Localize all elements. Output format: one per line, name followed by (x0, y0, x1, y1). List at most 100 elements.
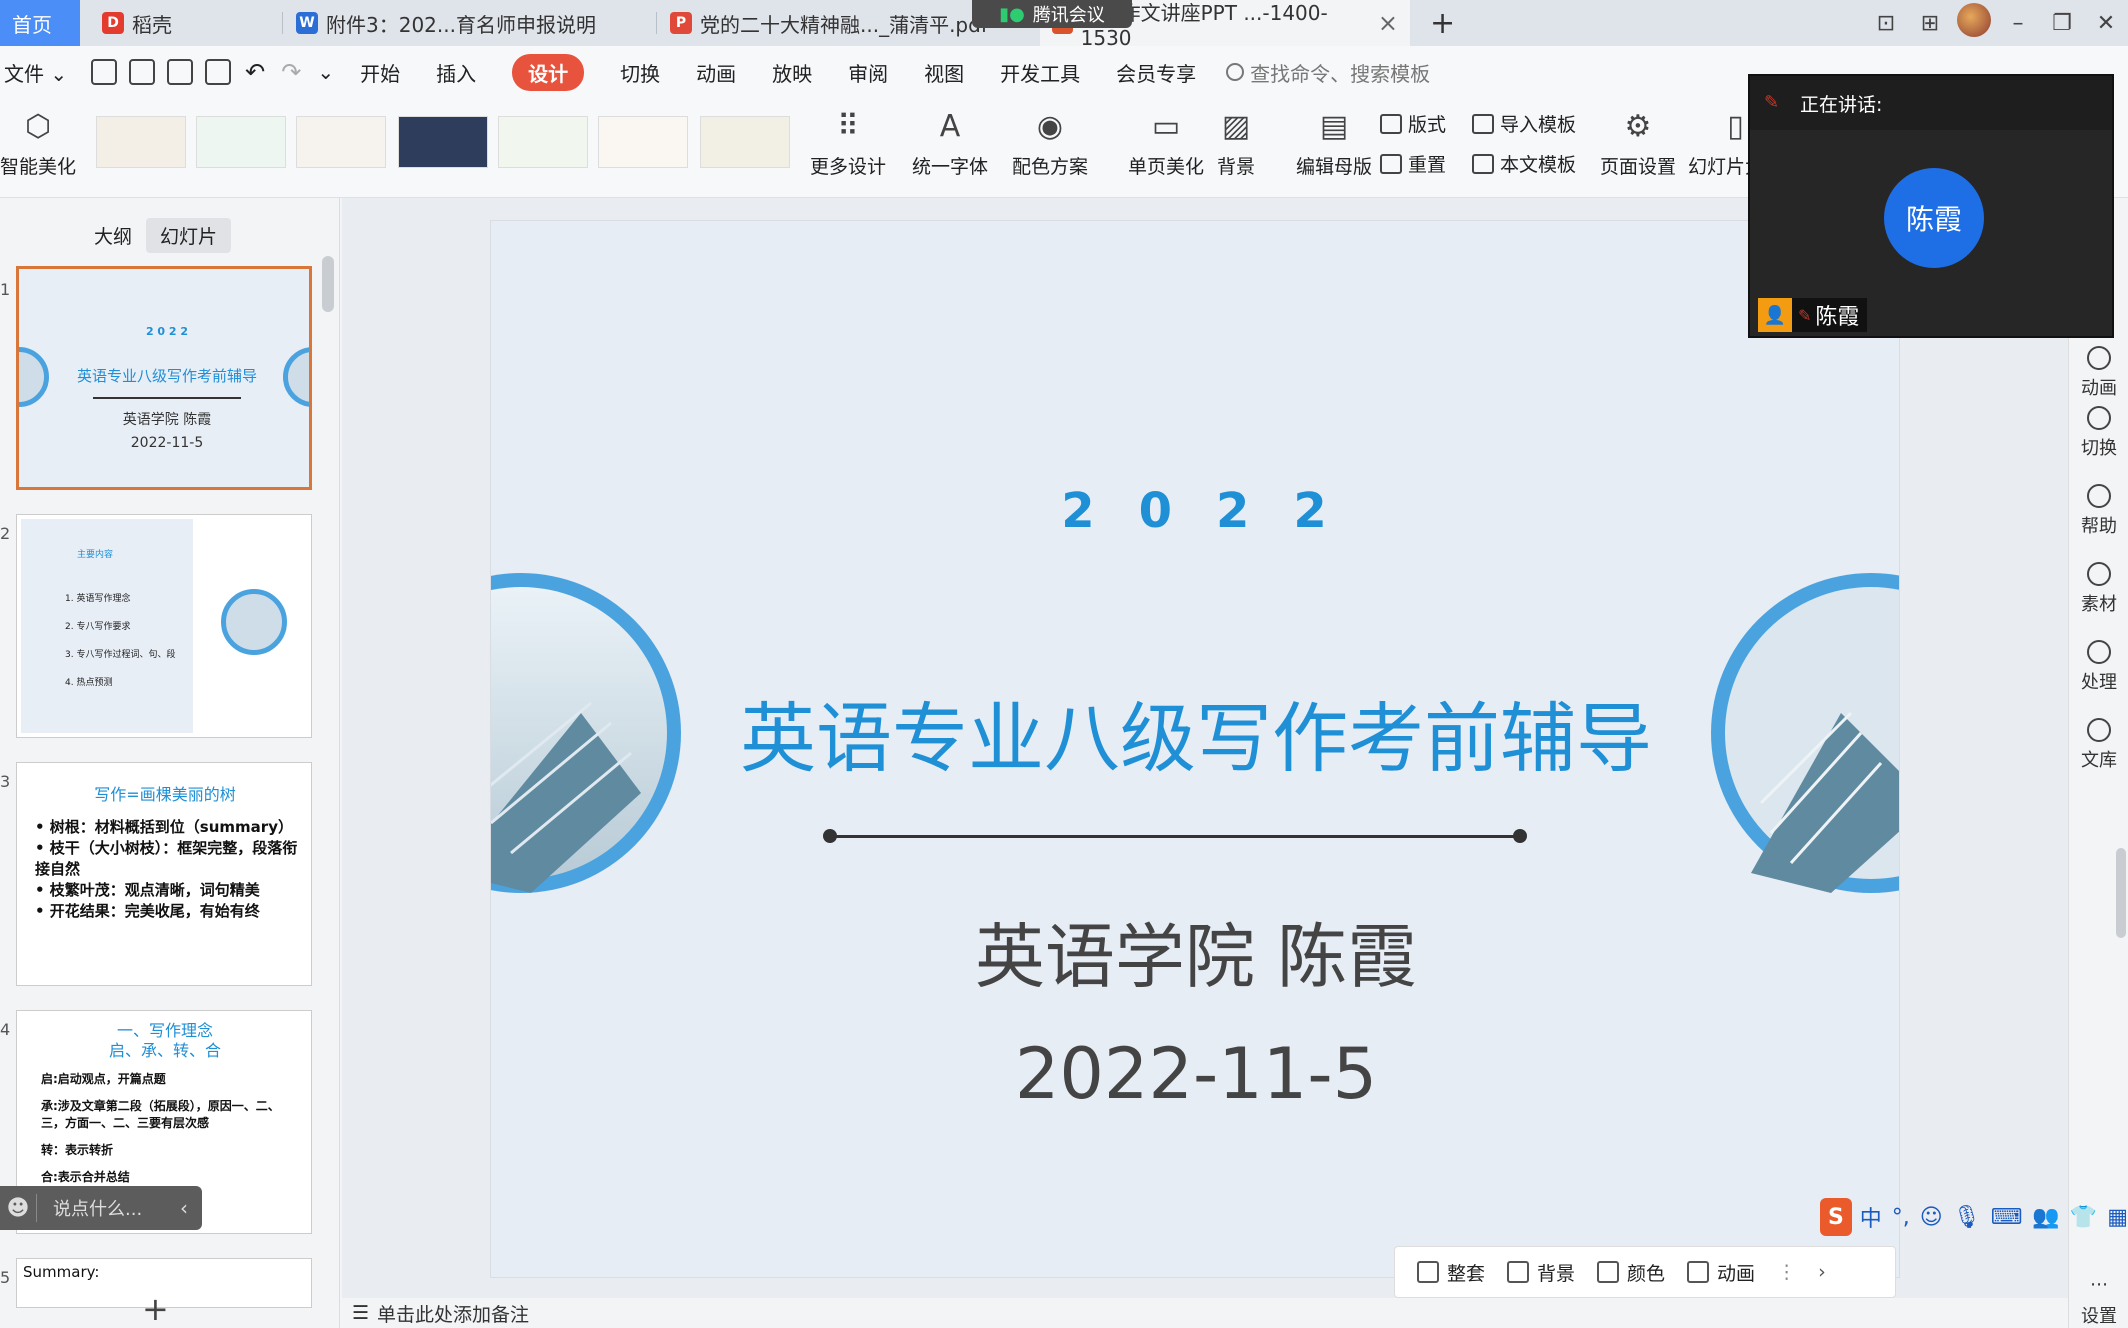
edit-master-button[interactable]: ▤ 编辑母版 (1296, 106, 1372, 179)
slide-thumb-3[interactable]: 写作=画棵美丽的树 • 树根：材料概括到位（summary） • 枝干（大小树枝… (16, 762, 312, 986)
ime-mode[interactable]: 中 (1860, 1201, 1882, 1233)
minimize-icon[interactable]: – (1996, 11, 2040, 36)
button-label: 智能美化 (0, 156, 77, 178)
new-tab-button[interactable]: + (1418, 0, 1458, 46)
title-divider-line (829, 835, 1519, 838)
tab-home[interactable]: 首页 (0, 0, 80, 46)
this-template-button[interactable]: 本文模板 (1472, 150, 1576, 177)
button-label: 版式 (1408, 114, 1447, 136)
punctuation-icon[interactable]: °, (1892, 1205, 1910, 1230)
design-template-5[interactable] (498, 116, 588, 168)
menu-slideshow[interactable]: 放映 (772, 58, 812, 87)
full-set-button[interactable]: 整套 (1417, 1259, 1485, 1286)
menu-view[interactable]: 视图 (924, 58, 964, 87)
tab-slides[interactable]: 幻灯片 (146, 218, 232, 253)
sidebar-assets[interactable]: 素材 (2069, 562, 2128, 616)
quick-access-dropdown-icon[interactable]: ⌄ (317, 60, 334, 84)
sidebar-label: 切换 (2081, 438, 2117, 459)
tab-outline[interactable]: 大纲 (80, 218, 146, 253)
menu-animation[interactable]: 动画 (696, 58, 736, 87)
menu-start[interactable]: 开始 (360, 58, 400, 87)
design-template-7[interactable] (700, 116, 790, 168)
menu-design[interactable]: 设计 (512, 53, 585, 91)
design-template-6[interactable] (598, 116, 688, 168)
grid-icon[interactable]: ⊞ (1908, 11, 1952, 36)
slide-thumb-2[interactable]: 主要内容 1. 英语写作理念 2. 专八写作要求 3. 专八写作过程词、句、段 … (16, 514, 312, 738)
emoji-icon[interactable]: ☻ (0, 1196, 36, 1221)
design-template-2[interactable] (196, 116, 286, 168)
reset-button[interactable]: 重置 (1380, 150, 1446, 177)
animation-quick-button[interactable]: 动画 (1687, 1259, 1755, 1286)
close-tab-icon[interactable]: × (1378, 9, 1398, 37)
user-avatar[interactable] (1952, 3, 1996, 43)
background-button[interactable]: ▨ 背景 (1216, 106, 1256, 179)
menu-transition[interactable]: 切换 (620, 58, 660, 87)
menu-member[interactable]: 会员专享 (1116, 58, 1196, 87)
restore-icon[interactable]: ❐ (2040, 11, 2084, 36)
single-page-beautify-button[interactable]: ▭ 单页美化 (1128, 106, 1204, 179)
slide-panel: 大纲 幻灯片 1 2 0 2 2 英语专业八级写作考前辅导 英语学院 陈霞 20… (0, 198, 340, 1328)
sidebar-process[interactable]: 处理 (2069, 640, 2128, 694)
thumb-circle-image (221, 589, 287, 655)
file-menu[interactable]: 文件 ⌄ (4, 58, 67, 87)
chevron-right-icon[interactable]: › (1818, 1261, 1826, 1283)
meeting-indicator[interactable]: ▮● 腾讯会议 (972, 0, 1132, 28)
page-setup-button[interactable]: ⚙ 页面设置 (1600, 106, 1676, 179)
toolbox-icon[interactable]: ▦ (2107, 1205, 2128, 1230)
meeting-speaker-window[interactable]: ✎ 正在讲话: 陈霞 👤 ✎ 陈霞 (1748, 74, 2114, 338)
sidebar-label: 帮助 (2081, 516, 2117, 537)
slide-author: 英语学院 陈霞 (974, 916, 1418, 998)
collapse-chevron-icon[interactable]: ‹ (166, 1196, 202, 1220)
command-search[interactable]: 查找命令、搜索模板 (1226, 58, 1430, 87)
more-options-icon[interactable]: ⋮ (1777, 1261, 1796, 1283)
save-icon[interactable] (91, 59, 118, 85)
keyboard-icon[interactable]: ⌨ (1991, 1205, 2023, 1230)
sidebar-help[interactable]: 帮助 (2069, 484, 2128, 538)
more-design-button[interactable]: ⠿ 更多设计 (810, 106, 886, 179)
redo-icon[interactable]: ↷ (281, 58, 301, 86)
undo-icon[interactable]: ↶ (245, 58, 265, 86)
layout-3d-icon[interactable]: ⊡ (1864, 11, 1908, 36)
close-window-icon[interactable]: ✕ (2084, 11, 2128, 36)
microphone-icon[interactable]: 🎙 (1953, 1205, 1981, 1230)
menu-insert[interactable]: 插入 (436, 58, 476, 87)
chat-input-bar[interactable]: ☻ 说点什么... ‹ (0, 1186, 202, 1230)
export-icon[interactable] (129, 59, 156, 85)
design-template-3[interactable] (296, 116, 386, 168)
emoji-icon[interactable]: ☺ (1920, 1205, 1943, 1230)
background-quick-button[interactable]: 背景 (1507, 1259, 1575, 1286)
menu-developer[interactable]: 开发工具 (1000, 58, 1080, 87)
color-quick-button[interactable]: 颜色 (1597, 1259, 1665, 1286)
tab-docer[interactable]: D 稻壳 (90, 0, 280, 46)
sidebar-label: 文库 (2081, 750, 2117, 771)
import-template-button[interactable]: 导入模板 (1472, 110, 1576, 137)
sidebar-settings[interactable]: ⋯ 设置 (2069, 1274, 2128, 1328)
smart-beautify-button[interactable]: ⬡ 智能美化 (0, 106, 76, 179)
panel-scrollbar[interactable] (322, 256, 334, 312)
panel-tabs: 大纲 幻灯片 (80, 218, 232, 253)
add-slide-icon[interactable]: + (142, 1290, 169, 1328)
list-item: 2. 专八写作要求 (65, 622, 131, 632)
sidebar-animation[interactable]: 动画 (2069, 346, 2128, 400)
sogou-logo-icon[interactable]: S (1820, 1198, 1852, 1236)
search-icon (1226, 63, 1245, 81)
slide-number: 2 (0, 524, 11, 543)
tab-attachment-doc[interactable]: W 附件3：202...育名师申报说明 (284, 0, 654, 46)
unify-font-button[interactable]: A 统一字体 (912, 106, 988, 179)
notes-bar[interactable]: ☰ 单击此处添加备注 (342, 1298, 2068, 1328)
sidebar-transition[interactable]: 切换 (2069, 406, 2128, 460)
print-icon[interactable] (167, 59, 194, 85)
current-slide[interactable]: 2022 英语专业八级写作考前辅导 英语学院 陈霞 2022-11-5 (490, 220, 1900, 1278)
design-template-4[interactable] (398, 116, 488, 168)
color-scheme-button[interactable]: ◉ 配色方案 (1012, 106, 1088, 179)
canvas-scrollbar[interactable] (2116, 848, 2126, 938)
print-preview-icon[interactable] (205, 59, 232, 85)
skin-icon[interactable]: 👕 (2070, 1205, 2097, 1230)
slide-thumb-1[interactable]: 2 0 2 2 英语专业八级写作考前辅导 英语学院 陈霞 2022-11-5 (16, 266, 312, 490)
layout-button[interactable]: 版式 (1380, 110, 1446, 137)
thumb-lines: 启:启动观点，开篇点题 承:涉及文章第二段（拓展段），原因一、二、三，方面一、二… (41, 1071, 303, 1186)
menu-review[interactable]: 审阅 (848, 58, 888, 87)
design-template-1[interactable] (96, 116, 186, 168)
user-icon[interactable]: 👥 (2032, 1205, 2059, 1230)
sidebar-library[interactable]: 文库 (2069, 718, 2128, 772)
